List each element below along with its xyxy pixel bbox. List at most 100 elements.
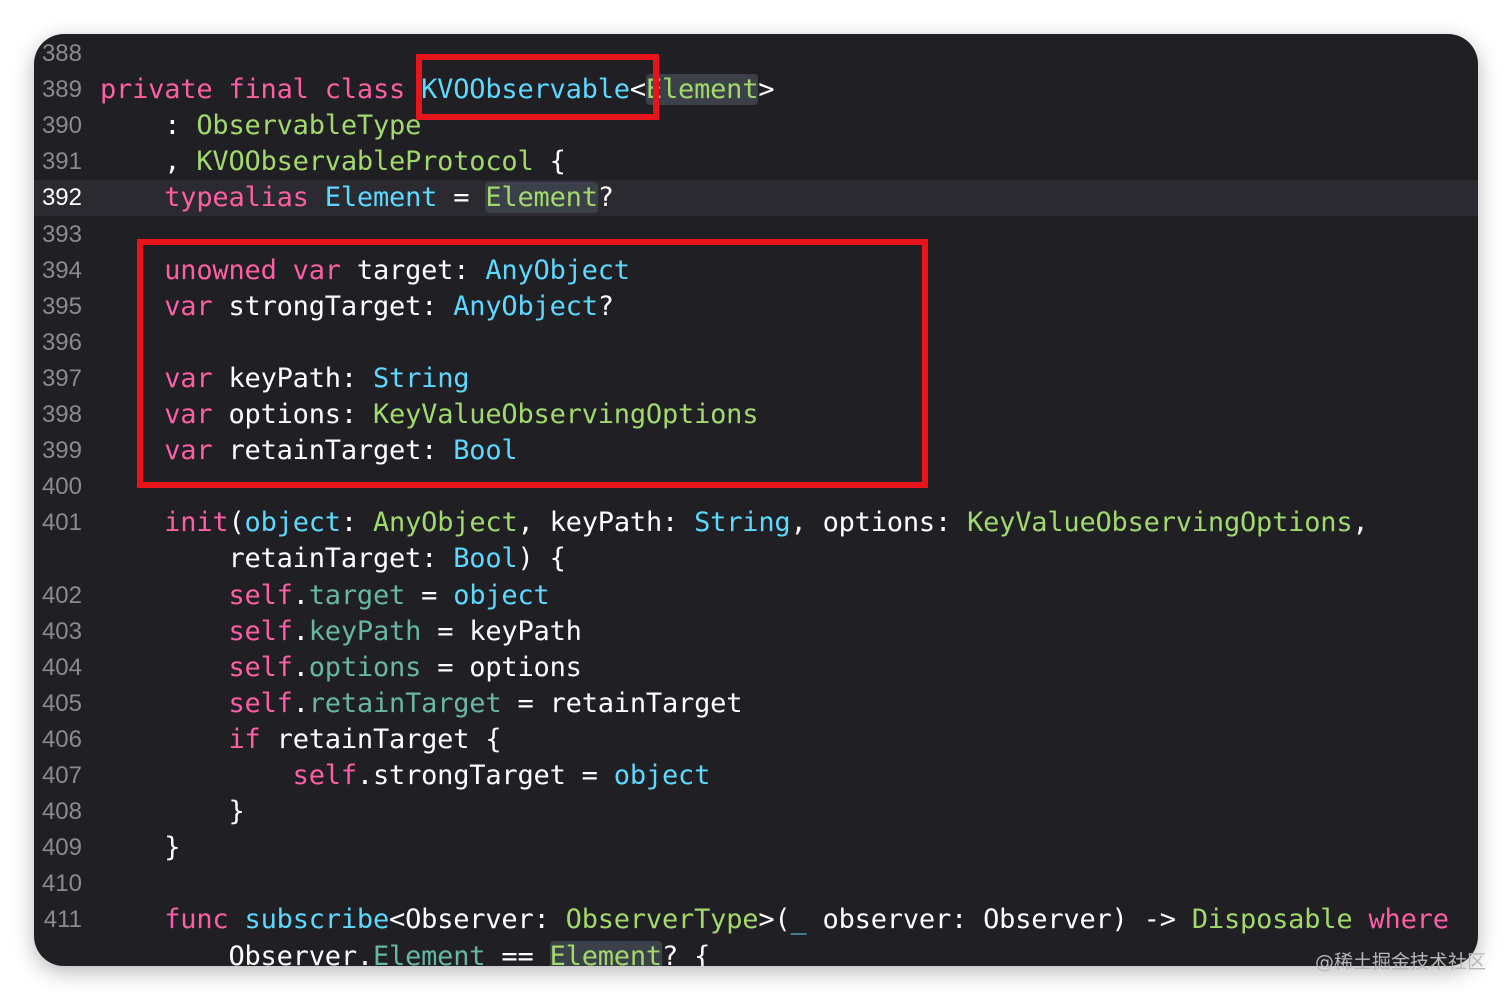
code-line[interactable]: 403 self.keyPath = keyPath bbox=[34, 614, 1478, 650]
code-line[interactable]: 399 var retainTarget: Bool bbox=[34, 433, 1478, 469]
code-token: ? bbox=[597, 182, 614, 214]
code-token: retainTarget: bbox=[100, 543, 454, 575]
code-line[interactable]: 390 : ObservableType bbox=[34, 108, 1478, 144]
code-text: var strongTarget: AnyObject? bbox=[100, 289, 614, 325]
code-token: String bbox=[372, 362, 470, 394]
code-token: . bbox=[292, 687, 309, 719]
code-token: >( bbox=[758, 904, 791, 936]
code-token: KVOObservable bbox=[421, 74, 630, 106]
code-line[interactable]: 404 self.options = options bbox=[34, 650, 1478, 686]
line-number: 397 bbox=[41, 364, 82, 392]
code-token: strongTarget: bbox=[212, 290, 454, 322]
code-line[interactable]: 394 unowned var target: AnyObject bbox=[34, 253, 1478, 289]
code-line[interactable]: 392 typealias Element = Element? bbox=[34, 180, 1478, 217]
code-text: } bbox=[100, 794, 245, 830]
code-line[interactable]: 389 private final class KVOObservable<Ele… bbox=[34, 72, 1478, 108]
code-line[interactable]: 388 bbox=[34, 36, 1478, 72]
code-text: } bbox=[100, 830, 180, 866]
code-line[interactable]: 391 , KVOObservableProtocol { bbox=[34, 144, 1478, 180]
code-line[interactable]: 405 self.retainTarget = retainTarget bbox=[34, 686, 1478, 722]
code-token: < bbox=[629, 74, 646, 106]
code-token: : bbox=[340, 507, 373, 539]
code-text: init(object: AnyObject, keyPath: String,… bbox=[100, 505, 1368, 541]
line-number: 408 bbox=[41, 798, 82, 826]
code-line[interactable]: Observer.Element == Element? { bbox=[34, 939, 1478, 967]
code-token: String bbox=[694, 507, 791, 539]
line-number: 398 bbox=[41, 401, 82, 428]
code-line[interactable]: 410 bbox=[34, 866, 1478, 902]
code-token: } bbox=[100, 796, 245, 828]
code-token: = bbox=[405, 579, 454, 611]
line-number: 405 bbox=[41, 689, 82, 717]
code-token: retainTarget bbox=[308, 687, 502, 719]
code-text: var keyPath: String bbox=[100, 361, 469, 397]
code-line[interactable]: 401 init(object: AnyObject, keyPath: Str… bbox=[34, 505, 1478, 541]
code-token: Element bbox=[549, 940, 662, 966]
line-number: 389 bbox=[41, 76, 82, 104]
code-line[interactable]: 393 bbox=[34, 217, 1478, 253]
code-line[interactable]: 397 var keyPath: String bbox=[34, 361, 1478, 397]
code-token: Disposable bbox=[1191, 904, 1353, 936]
code-token: Observer. bbox=[100, 940, 373, 967]
code-token: ) { bbox=[517, 543, 566, 575]
code-token: unowned var bbox=[164, 254, 341, 286]
code-line[interactable]: retainTarget: Bool) { bbox=[34, 541, 1478, 577]
code-token: <Observer: bbox=[389, 904, 566, 936]
code-token: keyPath: bbox=[212, 362, 373, 394]
code-line[interactable]: 402 self.target = object bbox=[34, 578, 1478, 614]
code-text: typealias Element = Element? bbox=[100, 180, 614, 216]
code-editor[interactable]: 388 389 private final class KVOObservable<… bbox=[34, 34, 1478, 966]
code-text: if retainTarget { bbox=[100, 722, 501, 758]
code-line[interactable]: 409 } bbox=[34, 830, 1478, 866]
code-token: retainTarget: bbox=[212, 435, 454, 467]
code-token: var bbox=[164, 290, 213, 322]
code-token: subscribe bbox=[244, 904, 390, 936]
line-number: 396 bbox=[41, 328, 82, 356]
line-number: 391 bbox=[41, 148, 82, 176]
code-text: : ObservableType bbox=[100, 108, 421, 144]
code-token: ObserverType bbox=[565, 904, 759, 936]
line-number: 401 bbox=[41, 509, 82, 537]
code-line[interactable]: 411 func subscribe<Observer: ObserverTyp… bbox=[34, 902, 1478, 938]
code-token: object bbox=[244, 507, 342, 539]
code-token: self bbox=[228, 651, 293, 683]
code-token: . bbox=[292, 615, 309, 647]
code-token: init bbox=[164, 507, 229, 539]
code-token: > bbox=[758, 74, 775, 106]
code-text: self.keyPath = keyPath bbox=[100, 614, 581, 650]
code-token: keyPath bbox=[308, 615, 422, 647]
code-text: self.strongTarget = object bbox=[100, 758, 711, 794]
code-token: = bbox=[437, 182, 486, 214]
code-token: private final class bbox=[100, 74, 422, 106]
code-text: , KVOObservableProtocol { bbox=[100, 144, 566, 180]
code-token: retainTarget { bbox=[260, 723, 502, 755]
code-line[interactable]: 398 var options: KeyValueObservingOption… bbox=[34, 397, 1478, 433]
code-line[interactable]: 407 self.strongTarget = object bbox=[34, 758, 1478, 794]
code-token: AnyObject bbox=[373, 507, 518, 539]
code-token: == bbox=[485, 940, 550, 967]
code-token: options: bbox=[212, 399, 373, 430]
code-token: if bbox=[228, 723, 261, 755]
code-line[interactable]: 406 if retainTarget { bbox=[34, 722, 1478, 758]
line-number: 399 bbox=[41, 437, 82, 465]
code-token: Element bbox=[645, 74, 759, 106]
code-line[interactable]: 400 bbox=[34, 469, 1478, 505]
code-token: , keyPath: bbox=[517, 507, 695, 539]
code-text: var options: KeyValueObservingOptions bbox=[100, 397, 758, 433]
code-token: . bbox=[292, 651, 309, 683]
code-token: typealias bbox=[164, 182, 309, 214]
line-number: 407 bbox=[41, 762, 82, 789]
code-line[interactable]: 408 } bbox=[34, 794, 1478, 830]
code-line[interactable]: 395 var strongTarget: AnyObject? bbox=[34, 289, 1478, 325]
code-line[interactable]: 396 bbox=[34, 325, 1478, 361]
code-token: KeyValueObservingOptions bbox=[372, 399, 759, 430]
